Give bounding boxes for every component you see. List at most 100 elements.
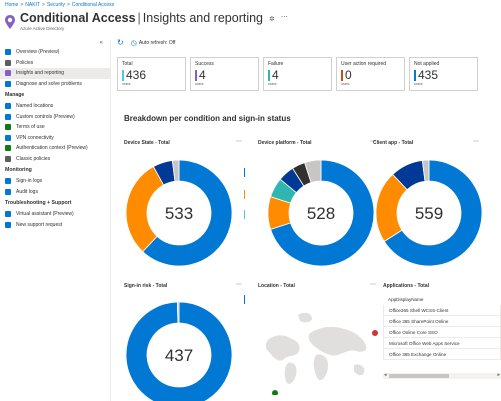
section-monitoring: Monitoring xyxy=(5,167,32,173)
device-platform-donut-chart[interactable]: 528 xyxy=(266,158,376,268)
sidebar-item-label: Overview (Preview) xyxy=(16,49,60,56)
summary-tile-not-applied[interactable]: Not applied 435 users xyxy=(409,57,478,91)
sidebar-item-audit-logs[interactable]: Audit logs xyxy=(0,187,110,198)
collapse-sidebar-icon[interactable]: « xyxy=(100,40,103,46)
pin-icon[interactable]: ✲ xyxy=(269,15,275,23)
location-icon xyxy=(5,103,11,110)
panel-location: Location - Total ⋯ xyxy=(258,281,378,401)
tile-label: Not applied xyxy=(414,61,440,67)
tile-label: User action required xyxy=(341,61,387,67)
refresh-icon[interactable]: ↻ xyxy=(117,38,124,47)
chevron-right-icon: > xyxy=(42,2,45,8)
horizontal-scrollbar[interactable]: ◂ ▸ xyxy=(383,372,501,379)
more-options-icon[interactable]: ⋯ xyxy=(370,281,376,288)
sidebar-item-terms-of-use[interactable]: Terms of use xyxy=(0,122,110,133)
sidebar-item-new-support-request[interactable]: New support request xyxy=(0,220,110,231)
tile-label: Failure xyxy=(268,61,284,67)
tile-value-row: 435 xyxy=(414,69,473,81)
audit-icon xyxy=(5,188,11,195)
sidebar-item-named-locations[interactable]: Named locations xyxy=(0,101,110,112)
breadcrumb-conditional-access[interactable]: Conditional Access xyxy=(72,2,114,8)
panel-applications: Applications - Total xyxy=(383,283,501,293)
more-options-icon[interactable]: ⋯ xyxy=(281,13,288,21)
sidebar-item-vpn-connectivity[interactable]: VPN connectivity xyxy=(0,133,110,144)
sidebar-item-overview-preview[interactable]: Overview (Preview) xyxy=(0,47,110,58)
tile-value-row: 4 xyxy=(195,69,254,81)
breadcrumb-home[interactable]: Home xyxy=(5,2,18,8)
location-world-map[interactable] xyxy=(258,295,378,395)
auto-refresh-button[interactable]: Auto refresh: Off xyxy=(139,40,176,46)
scroll-left-icon[interactable]: ◂ xyxy=(384,372,387,378)
panel-title: Client app - Total xyxy=(373,140,414,146)
sidebar-item-label: Insights and reporting xyxy=(16,70,65,77)
sidebar-item-label: Authentication context (Preview) xyxy=(16,145,88,152)
legend-marker xyxy=(244,190,245,199)
sidebar-item-classic-policies[interactable]: Classic policies xyxy=(0,154,110,165)
summary-tile-total[interactable]: Total 436 users xyxy=(117,57,186,91)
sidebar-item-policies[interactable]: Policies xyxy=(0,58,110,69)
sidebar-item-label: Policies xyxy=(16,59,34,66)
more-options-icon[interactable]: ⋯ xyxy=(236,138,242,145)
signin-icon xyxy=(5,178,11,185)
table-row[interactable]: Office Online Core SSO xyxy=(383,327,501,338)
scroll-right-icon[interactable]: ▸ xyxy=(497,372,500,378)
chevron-right-icon: > xyxy=(20,2,24,8)
sidebar-item-authentication-context-preview[interactable]: Authentication context (Preview) xyxy=(0,143,110,154)
tile-color-bar xyxy=(341,69,343,81)
summary-tile-user-action-required[interactable]: User action required 0 users xyxy=(336,57,405,91)
breakdown-title: Breakdown per condition and sign-in stat… xyxy=(124,114,291,123)
sidebar-item-label: New support request xyxy=(16,221,63,228)
list-icon xyxy=(5,155,11,162)
summary-tile-success[interactable]: Success 4 users xyxy=(190,57,259,91)
panel-title: Applications - Total xyxy=(383,283,430,289)
sign-in-risk-donut-chart[interactable]: 437 xyxy=(124,300,234,401)
sidebar: « Overview (Preview) Policies Insights and… xyxy=(0,40,111,401)
tile-value: 4 xyxy=(199,68,206,82)
applications-table: AppDisplayName Office365 Shell WCSS-Clie… xyxy=(383,293,501,360)
clock-icon[interactable]: ◷ xyxy=(131,39,137,47)
conditional-access-logo-icon xyxy=(5,15,15,29)
page-title-sub: Insights and reporting xyxy=(142,11,264,25)
list-icon xyxy=(5,59,11,66)
sidebar-item-custom-controls-preview[interactable]: Custom controls (Preview) xyxy=(0,112,110,123)
sidebar-item-sign-in-logs[interactable]: Sign-in logs xyxy=(0,176,110,187)
sidebar-item-label: Custom controls (Preview) xyxy=(16,113,75,120)
table-header[interactable]: AppDisplayName xyxy=(383,293,501,305)
sidebar-item-virtual-assistant-preview[interactable]: Virtual assistant (Preview) xyxy=(0,209,110,220)
sidebar-item-label: Audit logs xyxy=(16,188,38,195)
page-title-main: Conditional Access xyxy=(20,11,136,25)
table-row[interactable]: Microsoft Office Web Apps Service xyxy=(383,338,501,349)
breadcrumb-tenant[interactable]: NAKIT xyxy=(25,2,40,8)
more-options-icon[interactable]: ⋯ xyxy=(473,138,479,145)
panel-title: Device platform - Total xyxy=(258,140,312,146)
summary-tile-failure[interactable]: Failure 4 users xyxy=(263,57,332,91)
sidebar-item-label: Virtual assistant (Preview) xyxy=(16,211,74,218)
tile-value-row: 4 xyxy=(268,69,327,81)
sidebar-item-diagnose-and-solve-problems[interactable]: Diagnose and solve problems xyxy=(0,79,110,90)
tile-color-bar xyxy=(268,69,270,81)
donut-total-label: 528 xyxy=(307,204,335,223)
table-row[interactable]: Office365 Shell WCSS-Client xyxy=(383,305,501,316)
page-subtitle: Azure Active Directory xyxy=(20,26,65,31)
scrollbar-thumb[interactable] xyxy=(389,374,449,378)
document-check-icon xyxy=(5,124,11,131)
sidebar-item-label: Classic policies xyxy=(16,155,51,162)
device-state-donut-chart[interactable]: 533 xyxy=(124,158,234,268)
more-options-icon[interactable]: ⋯ xyxy=(236,281,242,288)
sidebar-item-label: Diagnose and solve problems xyxy=(16,80,82,87)
tile-unit: users xyxy=(268,82,277,86)
table-row[interactable]: Office 365 SharePoint Online xyxy=(383,316,501,327)
donut-segment[interactable] xyxy=(176,301,180,324)
table-row[interactable]: Office 365 Exchange Online xyxy=(383,349,501,360)
page-title: Conditional Access | Insights and reportin… xyxy=(20,11,264,25)
tile-color-bar xyxy=(414,69,416,81)
summary-tiles: Total 436 users Success 4 users Failure 4 users U… xyxy=(117,57,482,91)
donut-total-label: 533 xyxy=(165,204,193,223)
tile-value: 4 xyxy=(272,68,279,82)
globe-icon xyxy=(5,134,11,141)
client-app-donut-chart[interactable]: 559 xyxy=(374,158,484,268)
breadcrumb: Home > NAKIT > Security > Conditional Access xyxy=(5,2,114,8)
breadcrumb-security[interactable]: Security xyxy=(47,2,65,8)
sidebar-item-label: Sign-in logs xyxy=(16,178,43,185)
sidebar-item-insights-and-reporting[interactable]: Insights and reporting xyxy=(0,68,110,79)
